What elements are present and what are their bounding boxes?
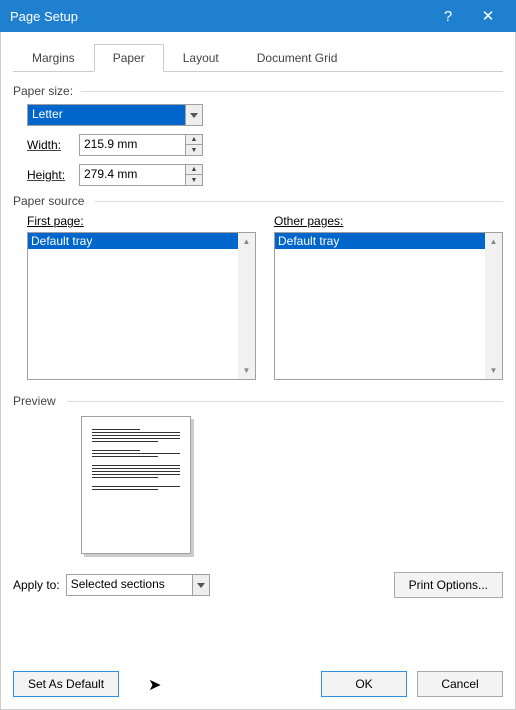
scroll-up-icon[interactable]: ▲ xyxy=(238,233,255,250)
dialog-body: Margins Paper Layout Document Grid Paper… xyxy=(0,32,516,710)
tab-strip: Margins Paper Layout Document Grid xyxy=(13,44,503,72)
scroll-down-icon[interactable]: ▼ xyxy=(485,362,502,379)
titlebar: Page Setup ? ✕ xyxy=(0,0,516,32)
paper-size-dropdown-button[interactable] xyxy=(185,104,203,126)
scroll-down-icon[interactable]: ▼ xyxy=(238,362,255,379)
ok-button[interactable]: OK xyxy=(321,671,407,697)
close-button[interactable]: ✕ xyxy=(468,7,508,25)
apply-to-label: Apply to: xyxy=(13,578,60,592)
cancel-button[interactable]: Cancel xyxy=(417,671,503,697)
scrollbar[interactable]: ▲ ▼ xyxy=(485,233,502,379)
help-button[interactable]: ? xyxy=(428,8,468,25)
cursor-icon: ➤ xyxy=(148,675,161,695)
other-pages-item[interactable]: Default tray xyxy=(275,233,485,249)
width-label: Width: xyxy=(27,138,79,152)
chevron-down-icon xyxy=(197,583,205,588)
apply-to-dropdown-button[interactable] xyxy=(192,574,210,596)
paper-source-label: Paper source xyxy=(13,194,503,208)
spinner-up-icon[interactable]: ▲ xyxy=(186,135,202,145)
scrollbar[interactable]: ▲ ▼ xyxy=(238,233,255,379)
first-page-label: First page: xyxy=(27,214,256,228)
height-value: 279.4 mm xyxy=(79,164,185,186)
paper-size-label: Paper size: xyxy=(13,84,503,98)
spinner-down-icon[interactable]: ▼ xyxy=(186,175,202,185)
spinner-up-icon[interactable]: ▲ xyxy=(186,165,202,175)
apply-to-dropdown[interactable]: Selected sections xyxy=(66,574,210,596)
other-pages-label: Other pages: xyxy=(274,214,503,228)
preview-thumbnail xyxy=(81,416,191,554)
tab-paper[interactable]: Paper xyxy=(94,44,164,72)
tab-document-grid[interactable]: Document Grid xyxy=(238,44,357,72)
other-pages-listbox[interactable]: Default tray ▲ ▼ xyxy=(274,232,503,380)
set-as-default-button[interactable]: Set As Default xyxy=(13,671,119,697)
tab-margins[interactable]: Margins xyxy=(13,44,94,72)
spinner-down-icon[interactable]: ▼ xyxy=(186,145,202,155)
height-input[interactable]: 279.4 mm ▲ ▼ xyxy=(79,164,203,186)
tab-layout[interactable]: Layout xyxy=(164,44,238,72)
height-label: Height: xyxy=(27,168,79,182)
width-spinner[interactable]: ▲ ▼ xyxy=(185,134,203,156)
apply-to-value: Selected sections xyxy=(66,574,192,596)
height-spinner[interactable]: ▲ ▼ xyxy=(185,164,203,186)
paper-size-value: Letter xyxy=(27,104,185,126)
preview-label: Preview xyxy=(13,394,503,408)
width-value: 215.9 mm xyxy=(79,134,185,156)
first-page-listbox[interactable]: Default tray ▲ ▼ xyxy=(27,232,256,380)
chevron-down-icon xyxy=(190,113,198,118)
paper-size-dropdown[interactable]: Letter xyxy=(27,104,203,126)
first-page-item[interactable]: Default tray xyxy=(28,233,238,249)
print-options-button[interactable]: Print Options... xyxy=(394,572,503,598)
width-input[interactable]: 215.9 mm ▲ ▼ xyxy=(79,134,203,156)
dialog-title: Page Setup xyxy=(10,9,428,24)
scroll-up-icon[interactable]: ▲ xyxy=(485,233,502,250)
